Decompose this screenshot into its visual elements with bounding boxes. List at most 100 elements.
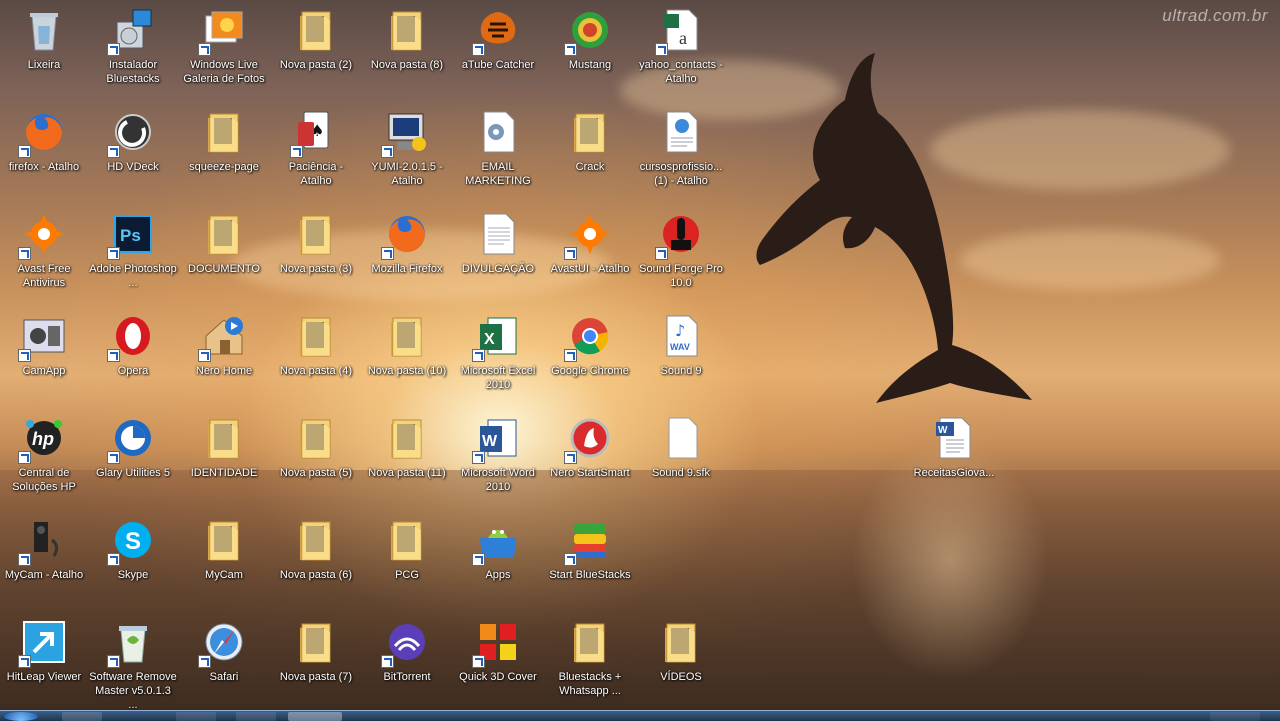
desktop-icon[interactable]: PCG (363, 512, 451, 608)
recycle-bin-icon (20, 6, 68, 54)
hp-icon: hp (18, 414, 68, 464)
shortcut-arrow-icon (107, 553, 120, 566)
opera-icon (107, 312, 157, 362)
desktop-icon[interactable]: Sound Forge Pro 10.0 (637, 206, 725, 302)
desktop-icon[interactable]: VÍDEOS (637, 614, 725, 710)
desktop-icon-grid: Lixeira Instalador Bluestacks Windows Live… (0, 0, 1280, 711)
svg-text:W: W (482, 433, 498, 450)
desktop-icon[interactable]: Sound 9.sfk (637, 410, 725, 506)
desktop-icon[interactable]: Avast Free Antivirus (0, 206, 88, 302)
desktop-icon[interactable]: ♠ Paciência - Atalho (272, 104, 360, 200)
desktop-icon[interactable]: Start BlueStacks (546, 512, 634, 608)
desktop-icon-label: Crack (575, 161, 605, 173)
desktop-icon[interactable]: Google Chrome (546, 308, 634, 404)
photoshop-icon: Ps (107, 210, 157, 260)
desktop-icon[interactable]: Nova pasta (3) (272, 206, 360, 302)
desktop-icon[interactable]: HitLeap Viewer (0, 614, 88, 710)
desktop-icon[interactable]: firefox - Atalho (0, 104, 88, 200)
desktop-icon[interactable]: Nova pasta (7) (272, 614, 360, 710)
shortcut-arrow-icon (107, 349, 120, 362)
desktop-icon[interactable]: hp Central de Soluções HP (0, 410, 88, 506)
desktop-icon[interactable]: a yahoo_contacts - Atalho (637, 2, 725, 98)
nero-icon (564, 414, 614, 464)
folder-icon (292, 210, 340, 258)
desktop-icon-label: Apps (485, 569, 511, 581)
remove-master-icon (107, 618, 157, 668)
desktop-icon[interactable]: Glary Utilities 5 (89, 410, 177, 506)
desktop-icon[interactable]: Mozilla Firefox (363, 206, 451, 302)
svg-text:a: a (679, 28, 687, 48)
desktop-icon[interactable]: EMAIL MARKETING (454, 104, 542, 200)
desktop-icon[interactable]: YUMI-2.0.1.5 - Atalho (363, 104, 451, 200)
shortcut-arrow-icon (472, 655, 485, 668)
desktop-icon[interactable]: Crack (546, 104, 634, 200)
desktop-icon[interactable]: DOCUMENTO (180, 206, 268, 302)
desktop-icon[interactable]: Apps (454, 512, 542, 608)
desktop-icon[interactable]: S Skype (89, 512, 177, 608)
desktop-icon[interactable]: Safari (180, 614, 268, 710)
desktop-icon[interactable]: DIVULGAÇÃO (454, 206, 542, 302)
desktop-icon[interactable]: MyCam - Atalho (0, 512, 88, 608)
desktop-icon[interactable]: Ps Adobe Photoshop ... (89, 206, 177, 302)
desktop-icon[interactable]: squeeze-page (180, 104, 268, 200)
desktop-icon[interactable]: X Microsoft Excel 2010 (454, 308, 542, 404)
desktop-icon[interactable]: Nero Home (180, 308, 268, 404)
desktop-icon[interactable]: Windows Live Galeria de Fotos (180, 2, 268, 98)
desktop-icon[interactable]: Opera (89, 308, 177, 404)
desktop-icon[interactable]: cursosprofissio... (1) - Atalho (637, 104, 725, 200)
desktop-icon[interactable]: Nova pasta (4) (272, 308, 360, 404)
shortcut-arrow-icon (18, 145, 31, 158)
desktop-icon[interactable]: Lixeira (0, 2, 88, 98)
avast-icon (564, 210, 614, 260)
desktop-icon[interactable]: Instalador Bluestacks (89, 2, 177, 98)
desktop-icon[interactable]: Bluestacks + Whatsapp ... (546, 614, 634, 710)
desktop-icon[interactable]: Nero StartSmart (546, 410, 634, 506)
desktop-icon[interactable]: MyCam (180, 512, 268, 608)
desktop-icon[interactable]: Nova pasta (11) (363, 410, 451, 506)
desktop-icon[interactable]: aTube Catcher (454, 2, 542, 98)
desktop-icon-label: DIVULGAÇÃO (461, 263, 535, 275)
desktop-icon[interactable]: Nova pasta (5) (272, 410, 360, 506)
desktop-icon[interactable]: HD VDeck (89, 104, 177, 200)
folder-icon (200, 108, 248, 156)
folder-icon (200, 210, 248, 258)
desktop-icon-label: Google Chrome (551, 365, 629, 377)
desktop-icon[interactable]: Nova pasta (2) (272, 2, 360, 98)
desktop-icon[interactable]: Nova pasta (8) (363, 2, 451, 98)
desktop-icon-label: Lixeira (27, 59, 61, 71)
desktop-icon[interactable]: Nova pasta (6) (272, 512, 360, 608)
desktop-icon[interactable]: AvastUI - Atalho (546, 206, 634, 302)
desktop-icon-label: Nova pasta (5) (279, 467, 353, 479)
desktop-icon-label: firefox - Atalho (8, 161, 80, 173)
desktop-icon[interactable]: Nova pasta (10) (363, 308, 451, 404)
desktop-icon-label: Sound Forge Pro 10.0 (639, 263, 723, 289)
desktop-icon[interactable]: ♪ WAV Sound 9 (637, 308, 725, 404)
desktop-icon[interactable]: IDENTIDADE (180, 410, 268, 506)
desktop-icon-label: EMAIL MARKETING (465, 161, 531, 187)
desktop-icon-label: cursosprofissio... (1) - Atalho (639, 161, 723, 187)
folder-icon (292, 618, 340, 666)
desktop-icon[interactable]: W ReceitasGiova... (910, 410, 998, 506)
desktop-icon[interactable]: Quick 3D Cover (454, 614, 542, 710)
taskbar[interactable] (0, 710, 1280, 721)
shortcut-arrow-icon (564, 349, 577, 362)
folder-icon (292, 414, 340, 462)
desktop-icon[interactable]: Mustang (546, 2, 634, 98)
svg-text:Ps: Ps (120, 226, 141, 245)
mycam-icon (18, 516, 68, 566)
desktop-icon-label: Start BlueStacks (549, 569, 631, 581)
desktop-icon[interactable]: W Microsoft Word 2010 (454, 410, 542, 506)
desktop-icon-label: Safari (209, 671, 239, 683)
shortcut-arrow-icon (564, 553, 577, 566)
desktop-icon-label: Nova pasta (11) (368, 467, 446, 479)
safari-icon (198, 618, 248, 668)
quick3d-icon (472, 618, 522, 668)
shortcut-arrow-icon (107, 247, 120, 260)
apps-icon (472, 516, 522, 566)
shortcut-arrow-icon (18, 247, 31, 260)
skype-icon: S (107, 516, 157, 566)
desktop-icon[interactable]: CamApp (0, 308, 88, 404)
desktop-icon[interactable]: BitTorrent (363, 614, 451, 710)
desktop-icon[interactable]: Software Remove Master v5.0.1.3 ... (89, 614, 177, 711)
folder-icon (657, 618, 705, 666)
